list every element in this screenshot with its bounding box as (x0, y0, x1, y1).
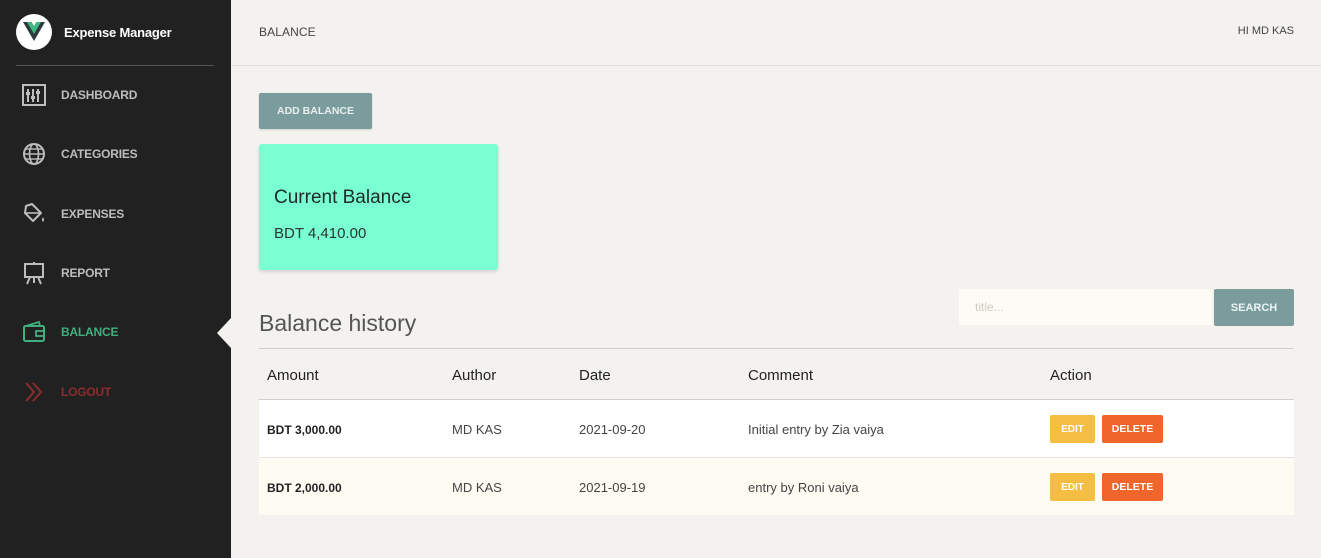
column-header-date: Date (579, 367, 611, 384)
sidebar-item-label: REPORT (61, 266, 110, 280)
author-cell: MD KAS (452, 422, 502, 437)
sidebar-item-logout[interactable]: LOGOUT (22, 380, 111, 404)
sidebar-item-report[interactable]: REPORT (22, 261, 110, 285)
double-chevron-right-icon (22, 380, 46, 404)
delete-button[interactable]: DELETE (1102, 473, 1163, 501)
balance-history-table: Amount Author Date Comment Action BDT 3,… (259, 348, 1294, 515)
search-input[interactable] (959, 289, 1212, 325)
card-title: Current Balance (274, 187, 412, 208)
section-title: Balance history (259, 310, 417, 336)
app-name: Expense Manager (64, 24, 172, 40)
sidebar-item-expenses[interactable]: EXPENSES (22, 202, 124, 226)
amount-cell: BDT 2,000.00 (267, 481, 342, 495)
comment-cell: Initial entry by Zia vaiya (748, 422, 884, 437)
easel-icon (22, 261, 46, 285)
globe-icon (22, 142, 46, 166)
paint-bucket-icon (22, 202, 46, 226)
add-balance-button[interactable]: ADD BALANCE (259, 93, 372, 129)
column-header-author: Author (452, 367, 497, 384)
sidebar-item-label: DASHBOARD (61, 88, 138, 102)
search-button[interactable]: SEARCH (1214, 289, 1294, 326)
top-bar: BALANCE HI MD KAS (231, 0, 1321, 66)
sidebar-item-label: LOGOUT (61, 385, 112, 399)
sidebar-item-categories[interactable]: CATEGORIES (22, 142, 138, 166)
sidebar-item-label: CATEGORIES (61, 147, 138, 161)
date-cell: 2021-09-20 (579, 422, 646, 437)
brand[interactable]: Expense Manager (16, 14, 172, 50)
user-greeting[interactable]: HI MD KAS (1238, 25, 1294, 37)
date-cell: 2021-09-19 (579, 480, 646, 495)
current-balance-card: Current Balance BDT 4,410.00 (259, 144, 498, 270)
table-header: Amount Author Date Comment Action (259, 348, 1294, 400)
sidebar-item-balance[interactable]: BALANCE (22, 320, 118, 344)
active-indicator (217, 318, 231, 348)
sidebar-item-label: EXPENSES (61, 207, 125, 221)
card-value: BDT 4,410.00 (274, 225, 367, 242)
comment-cell: entry by Roni vaiya (748, 480, 859, 495)
wallet-icon (22, 320, 46, 344)
edit-button[interactable]: EDIT (1050, 415, 1095, 443)
vue-logo-icon (16, 14, 52, 50)
amount-cell: BDT 3,000.00 (267, 423, 342, 437)
dashboard-icon (22, 83, 46, 107)
column-header-comment: Comment (748, 367, 814, 384)
brand-divider (16, 65, 214, 66)
sidebar-item-label: BALANCE (61, 325, 119, 339)
column-header-amount: Amount (267, 367, 319, 384)
table-row: BDT 3,000.00 MD KAS 2021-09-20 Initial e… (259, 400, 1294, 458)
table-row: BDT 2,000.00 MD KAS 2021-09-19 entry by … (259, 458, 1294, 515)
sidebar-item-dashboard[interactable]: DASHBOARD (22, 83, 137, 107)
delete-button[interactable]: DELETE (1102, 415, 1163, 443)
author-cell: MD KAS (452, 480, 502, 495)
page-title: BALANCE (259, 25, 316, 39)
column-header-action: Action (1050, 367, 1092, 384)
edit-button[interactable]: EDIT (1050, 473, 1095, 501)
sidebar: Expense Manager DASHBOARD CATEGORIES EXP… (0, 0, 231, 558)
